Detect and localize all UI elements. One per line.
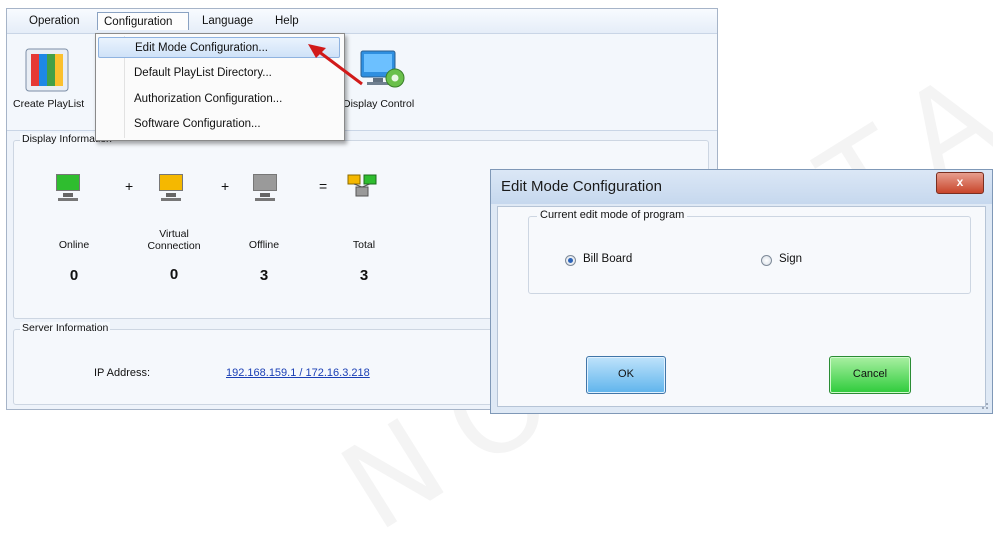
status-label: Total bbox=[352, 239, 376, 251]
menu-operation[interactable]: Operation bbox=[23, 12, 86, 30]
create-playlist-label: Create PlayList bbox=[13, 98, 85, 110]
status-online: Online 0 bbox=[44, 239, 104, 284]
playlist-icon bbox=[25, 48, 69, 92]
sign-label[interactable]: Sign bbox=[779, 253, 802, 265]
dialog-title: Edit Mode Configuration bbox=[501, 178, 662, 195]
status-offline: Offline 3 bbox=[234, 239, 294, 284]
menu-item-software-configuration[interactable]: Software Configuration... bbox=[98, 114, 340, 135]
menu-bar: Operation Configuration Language Help bbox=[7, 9, 717, 34]
menu-language[interactable]: Language bbox=[196, 12, 259, 30]
server-info-title: Server Information bbox=[20, 322, 111, 334]
status-count: 3 bbox=[359, 267, 369, 284]
status-count: 0 bbox=[69, 267, 79, 284]
plus-operator: + bbox=[221, 178, 230, 194]
ok-button[interactable]: OK bbox=[586, 356, 666, 394]
status-count: 0 bbox=[169, 266, 179, 283]
billboard-label[interactable]: Bill Board bbox=[583, 253, 632, 265]
billboard-radio[interactable] bbox=[565, 255, 576, 266]
menu-configuration[interactable]: Configuration bbox=[97, 12, 189, 30]
status-count: 3 bbox=[259, 267, 269, 284]
cancel-button[interactable]: Cancel bbox=[829, 356, 911, 394]
create-playlist-button[interactable]: Create PlayList bbox=[11, 48, 91, 118]
sign-radio[interactable] bbox=[761, 255, 772, 266]
total-network-icon bbox=[347, 174, 377, 197]
display-control-label: Display Control bbox=[343, 98, 415, 110]
status-label: Online bbox=[58, 239, 90, 251]
virtual-monitor-icon bbox=[157, 174, 185, 204]
ip-address-link[interactable]: 192.168.159.1 / 172.16.3.218 bbox=[226, 367, 370, 379]
ip-address-label: IP Address: bbox=[94, 367, 151, 379]
online-monitor-icon bbox=[54, 174, 82, 204]
annotation-arrow-icon bbox=[308, 44, 363, 86]
status-total: Total 3 bbox=[334, 239, 394, 284]
equals-operator: = bbox=[319, 178, 328, 194]
edit-mode-group-title: Current edit mode of program bbox=[537, 209, 688, 221]
status-label: Virtual Connection bbox=[147, 228, 201, 252]
menu-item-authorization-configuration[interactable]: Authorization Configuration... bbox=[98, 89, 340, 110]
dialog-title-bar[interactable]: Edit Mode Configuration x bbox=[491, 170, 992, 204]
status-label: Offline bbox=[248, 239, 280, 251]
plus-operator: + bbox=[125, 178, 134, 194]
status-virtual: Virtual Connection 0 bbox=[134, 228, 214, 283]
edit-mode-dialog: Edit Mode Configuration x Current edit m… bbox=[490, 169, 993, 414]
edit-mode-group: Current edit mode of program Bill Board … bbox=[528, 209, 971, 294]
offline-monitor-icon bbox=[251, 174, 279, 204]
resize-grip-icon[interactable] bbox=[979, 400, 989, 410]
menu-help[interactable]: Help bbox=[269, 12, 305, 30]
close-button[interactable]: x bbox=[936, 172, 984, 194]
